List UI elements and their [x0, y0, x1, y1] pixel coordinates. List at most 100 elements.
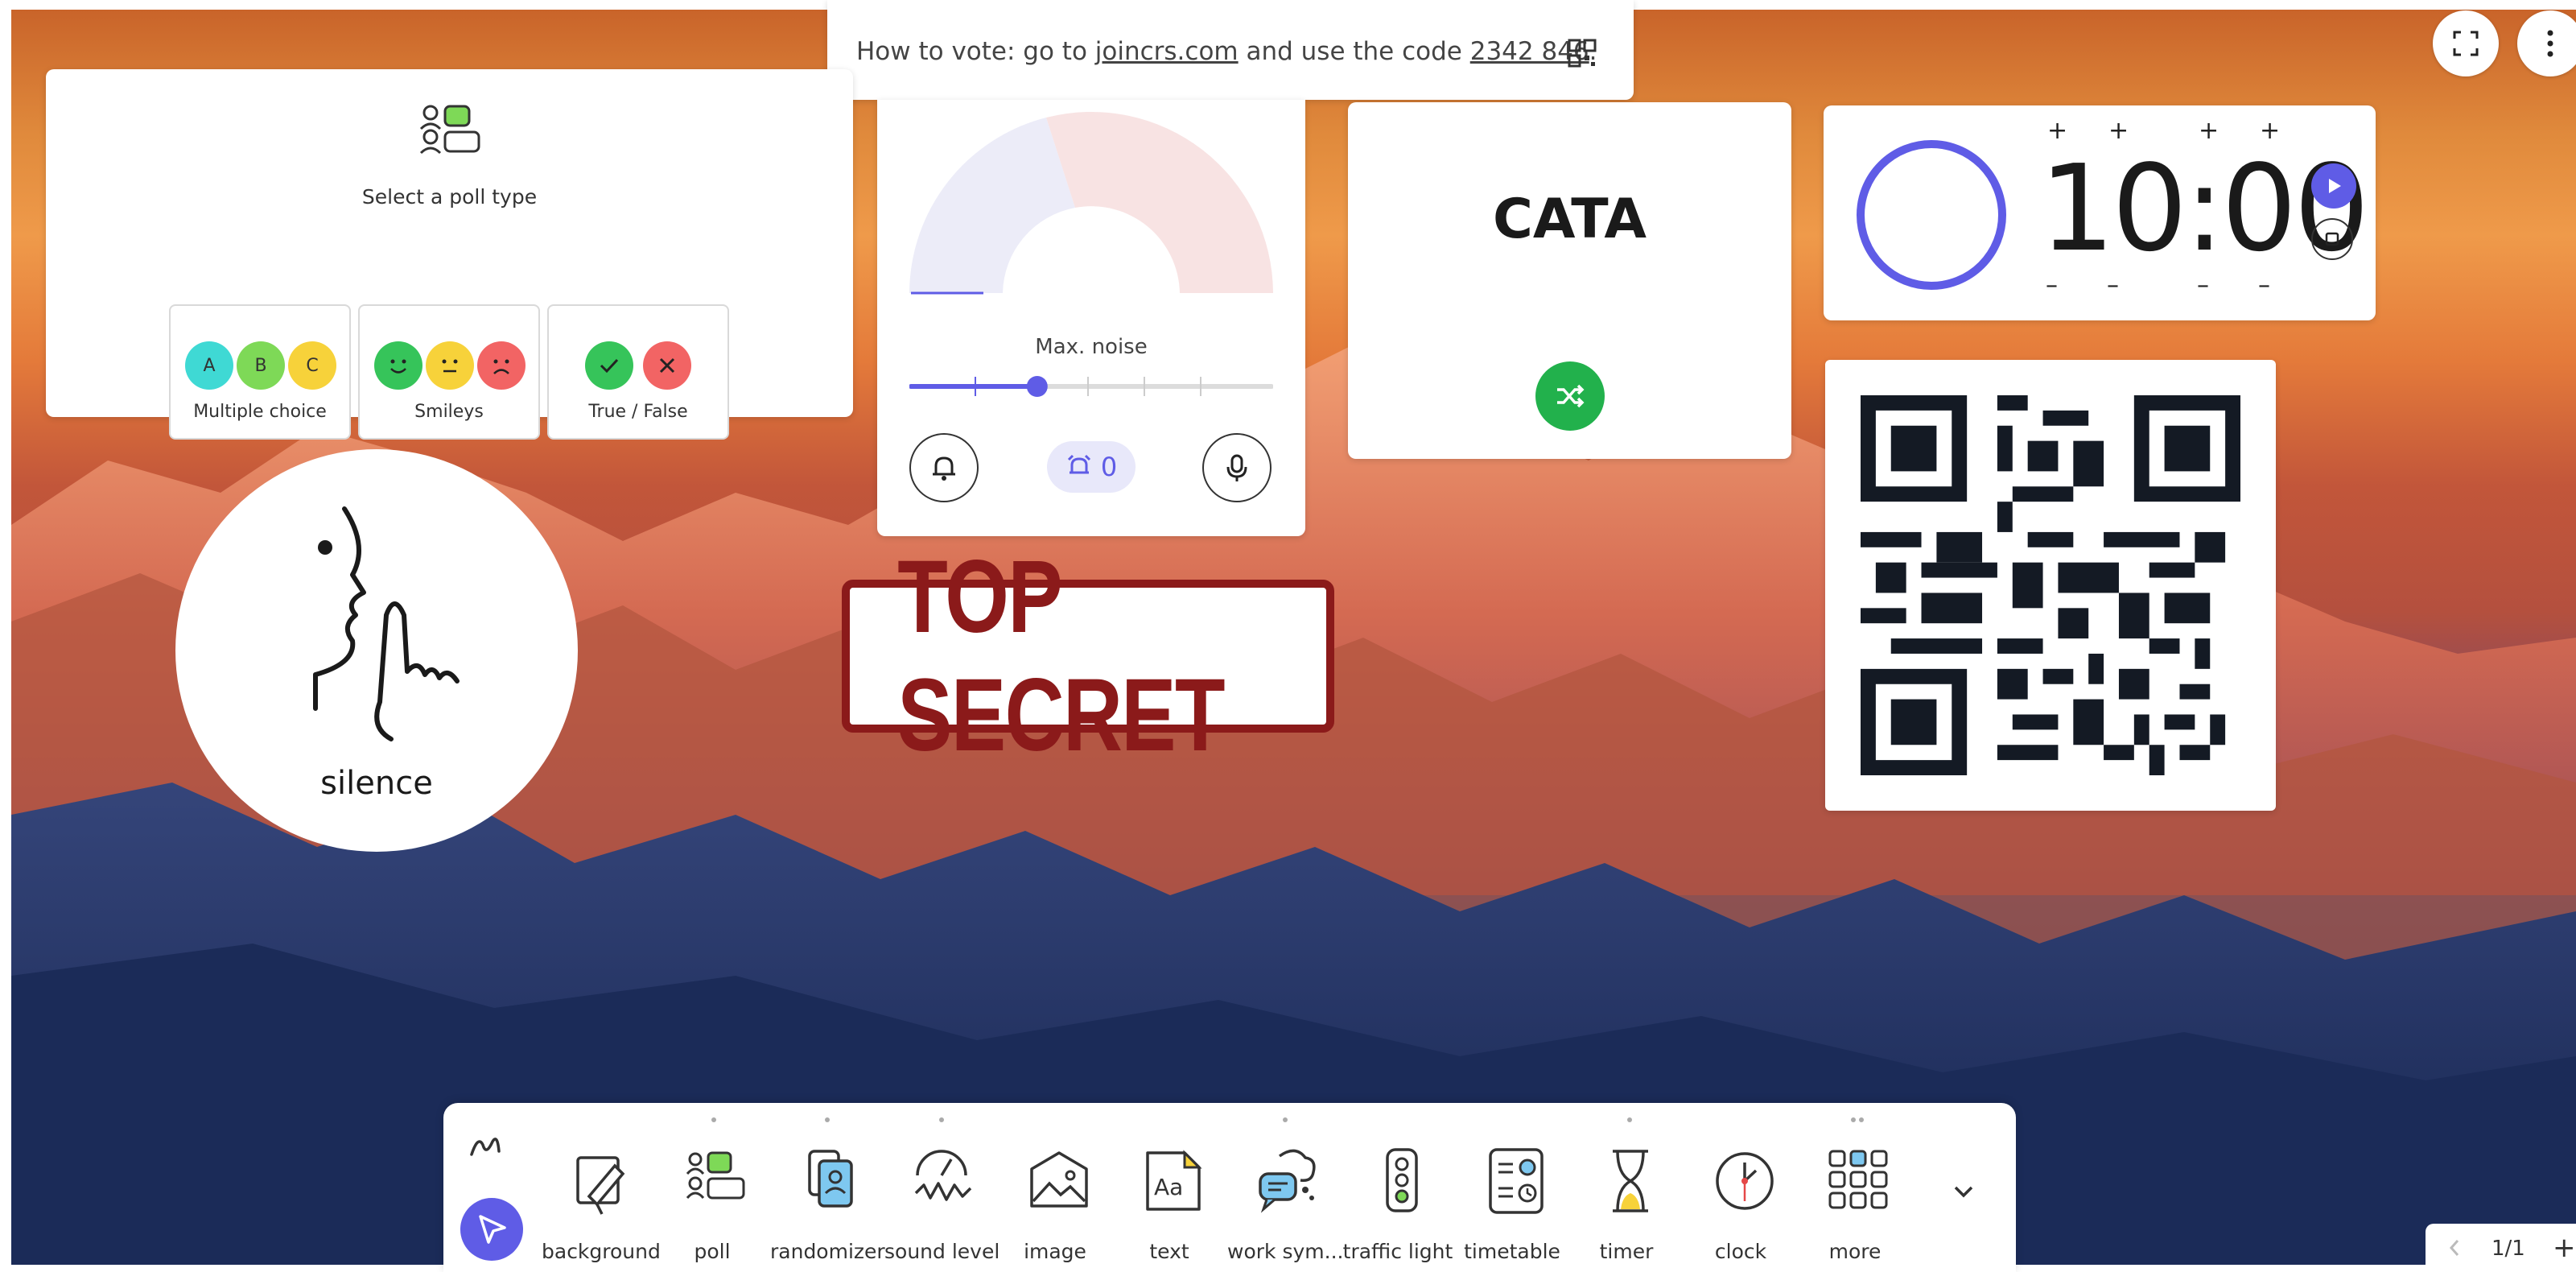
happy-face-icon — [374, 341, 422, 390]
sad-face-icon — [477, 341, 526, 390]
chevron-down-icon — [1954, 1186, 1973, 1198]
toolbar-work-symbols[interactable]: work sym... — [1227, 1103, 1343, 1265]
alarm-bell-icon — [1067, 454, 1090, 474]
pen-scribble-icon — [470, 1138, 501, 1156]
sound-level-icon — [914, 1150, 972, 1201]
seconds-ones-minus[interactable]: – — [2258, 271, 2270, 299]
toolbar-more[interactable]: more — [1799, 1103, 1911, 1265]
seconds-tens-minus[interactable]: – — [2197, 271, 2209, 299]
toolbar-timer[interactable]: timer — [1570, 1103, 1683, 1265]
stamp-text: TOP SECRET — [897, 539, 1225, 773]
shuffle-button[interactable] — [1535, 361, 1605, 431]
previous-page-icon[interactable] — [2448, 1238, 2461, 1258]
silence-icon — [313, 506, 460, 741]
work-symbols-icon — [1259, 1149, 1316, 1213]
seconds-tens-plus[interactable]: + — [2199, 117, 2219, 145]
toolbar-image[interactable]: image — [999, 1103, 1111, 1265]
timer-ring — [1857, 140, 2006, 290]
background-icon — [576, 1156, 625, 1215]
toolbar-label: clock — [1714, 1240, 1767, 1263]
toolbar-label: poll — [694, 1240, 731, 1263]
silence-symbol[interactable]: silence — [175, 449, 578, 852]
toolbar-label: background — [542, 1240, 661, 1263]
vote-site-link[interactable]: joincrs.com — [1095, 37, 1239, 66]
toolbar-sound-level[interactable]: sound level — [884, 1103, 1000, 1265]
pen-tool[interactable] — [467, 1127, 515, 1167]
alarm-counter: 0 — [1047, 441, 1136, 493]
traffic-light-icon — [1386, 1148, 1418, 1212]
silence-label: silence — [320, 765, 433, 802]
option-b-badge: B — [237, 341, 285, 390]
qr-code-icon[interactable] — [1568, 39, 1597, 68]
hourglass-icon — [1613, 1150, 1648, 1212]
minutes-tens-plus[interactable]: + — [2047, 117, 2067, 145]
timetable-icon — [1489, 1148, 1544, 1214]
poll-option-smileys[interactable]: Smileys — [358, 304, 540, 440]
qr-code-image — [1861, 395, 2240, 775]
check-icon — [585, 341, 633, 390]
max-noise-label: Max. noise — [1035, 335, 1148, 359]
toolbar-timetable[interactable]: timetable — [1456, 1103, 1568, 1265]
toolbar-label: image — [1024, 1240, 1086, 1263]
poll-title: Select a poll type — [361, 185, 538, 209]
poll-type-icon — [419, 105, 480, 155]
poll-widget: Select a poll type A B C Multiple choice… — [46, 69, 853, 440]
text-icon: Aa — [1146, 1150, 1202, 1211]
poll-option-label: True / False — [588, 402, 688, 422]
poll-option-true-false[interactable]: True / False — [547, 304, 729, 440]
qr-code-widget[interactable] — [1825, 360, 2276, 811]
minutes-ones-plus[interactable]: + — [2108, 117, 2129, 145]
microphone-button[interactable] — [1202, 433, 1272, 502]
alarm-count: 0 — [1100, 452, 1118, 482]
toolbar-traffic-light[interactable]: traffic light — [1342, 1103, 1454, 1265]
fullscreen-button[interactable] — [2433, 10, 2499, 76]
toolbar-expand-button[interactable] — [1947, 1175, 1980, 1208]
option-c-badge: C — [288, 341, 336, 390]
image-icon — [1030, 1151, 1088, 1208]
toolbar-label: traffic light — [1342, 1240, 1453, 1263]
poll-option-label: Multiple choice — [193, 402, 327, 422]
neutral-face-icon — [426, 341, 474, 390]
noise-gauge — [909, 111, 1273, 295]
timer-stop-button[interactable] — [2311, 218, 2353, 260]
microphone-icon — [1226, 454, 1247, 481]
vote-prefix: How to vote: go to — [856, 37, 1087, 66]
top-secret-stamp[interactable]: TOP SECRET — [842, 539, 1334, 773]
stop-icon — [2325, 232, 2339, 246]
timer-play-button[interactable] — [2311, 163, 2356, 209]
minutes-tens-minus[interactable]: – — [2046, 271, 2058, 299]
toolbar-label: sound level — [884, 1240, 1000, 1263]
toolbar-label: more — [1828, 1240, 1882, 1263]
minutes-ones-minus[interactable]: – — [2107, 271, 2119, 299]
add-page-button[interactable]: + — [2553, 1232, 2576, 1264]
seconds-ones-plus[interactable]: + — [2260, 117, 2280, 145]
toolbar-label: timetable — [1464, 1240, 1560, 1263]
play-icon — [2329, 179, 2341, 193]
bell-button[interactable] — [909, 433, 979, 502]
timer-widget: 10:00 + + + + – – – – — [1824, 105, 2376, 320]
fullscreen-icon — [2453, 31, 2479, 56]
randomizer-result: CATA — [1493, 188, 1647, 251]
toolbar-label: timer — [1599, 1240, 1654, 1263]
option-a-badge: A — [185, 341, 233, 390]
vertical-dots-icon — [2547, 30, 2553, 57]
grid-icon — [1828, 1150, 1888, 1209]
shuffle-icon — [1557, 384, 1585, 408]
toolbar-clock[interactable]: clock — [1684, 1103, 1797, 1265]
toolbar-label: text — [1149, 1240, 1189, 1263]
toolbar-randomizer[interactable]: randomizer — [770, 1103, 885, 1265]
randomizer-widget: CATA — [1348, 102, 1791, 459]
toolbar-text[interactable]: Aa text — [1113, 1103, 1226, 1265]
page-indicator: 1/1 — [2492, 1237, 2525, 1261]
select-tool-button[interactable] — [460, 1198, 523, 1261]
sound-level-widget: Max. noise 0 — [877, 100, 1305, 536]
toolbar-label: randomizer — [770, 1240, 885, 1263]
svg-text:Aa: Aa — [1154, 1174, 1183, 1200]
toolbar-background[interactable]: background — [542, 1103, 661, 1265]
more-options-button[interactable] — [2517, 10, 2576, 76]
max-noise-slider[interactable] — [909, 370, 1273, 403]
poll-option-multiple-choice[interactable]: A B C Multiple choice — [169, 304, 351, 440]
page-navigator: 1/1 + — [2426, 1224, 2576, 1265]
toolbar-poll[interactable]: poll — [656, 1103, 769, 1265]
vote-banner: How to vote: go to joincrs.com and use t… — [827, 0, 1634, 100]
